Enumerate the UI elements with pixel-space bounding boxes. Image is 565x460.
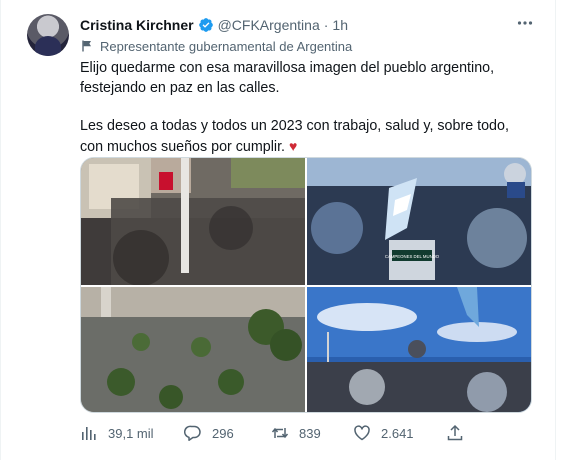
- author-name[interactable]: Cristina Kirchner: [80, 17, 194, 33]
- like-icon: [354, 425, 370, 441]
- separator-dot: ·: [323, 17, 329, 33]
- author-handle[interactable]: @CFKArgentina: [218, 17, 320, 33]
- retweet-button[interactable]: 839: [271, 422, 321, 444]
- retweets-count: 839: [299, 425, 321, 441]
- tweet-paragraph: Les deseo a todas y todos un 2023 con tr…: [80, 117, 530, 157]
- tweet-paragraph: Elijo quedarme con esa maravillosa image…: [80, 60, 495, 96]
- views-count: 39,1 mil: [108, 425, 154, 441]
- tweet[interactable]: Cristina Kirchner @CFKArgentina · 1h Rep…: [1, 0, 555, 460]
- heart-emoji: ♥: [289, 137, 298, 154]
- replies-count: 296: [212, 425, 234, 441]
- reply-icon: [184, 425, 201, 441]
- share-icon: [447, 424, 463, 441]
- photo-crowd-park[interactable]: [81, 287, 305, 412]
- avatar[interactable]: [27, 14, 69, 56]
- timeline-border-right: [555, 0, 556, 460]
- media-grid: CAMPEONES DEL MUNDO: [80, 157, 532, 413]
- bus-sign-text: CAMPEONES DEL MUNDO: [385, 254, 440, 259]
- more-icon[interactable]: [516, 14, 534, 32]
- tweet-text: Elijo quedarme con esa maravillosa image…: [80, 59, 530, 157]
- share-button[interactable]: [446, 422, 464, 444]
- tweet-time[interactable]: 1h: [332, 17, 348, 33]
- views-icon: [82, 427, 96, 440]
- likes-count: 2.641: [381, 425, 414, 441]
- photo-flag-crowd[interactable]: [307, 287, 531, 412]
- reply-button[interactable]: 296: [184, 422, 234, 444]
- views-button[interactable]: 39,1 mil: [80, 422, 154, 444]
- like-button[interactable]: 2.641: [353, 422, 414, 444]
- retweet-icon: [271, 427, 289, 439]
- photo-obelisk-aerial[interactable]: [81, 158, 305, 285]
- tweet-header: Cristina Kirchner @CFKArgentina · 1h: [80, 15, 348, 35]
- government-label: Representante gubernamental de Argentina: [80, 37, 352, 55]
- action-bar: 39,1 mil 296 839 2.641: [80, 422, 520, 444]
- label-text: Representante gubernamental de Argentina: [100, 38, 353, 54]
- flag-icon: [80, 39, 94, 53]
- photo-bus-celebration[interactable]: CAMPEONES DEL MUNDO: [307, 158, 531, 285]
- verified-badge-icon[interactable]: [198, 17, 214, 33]
